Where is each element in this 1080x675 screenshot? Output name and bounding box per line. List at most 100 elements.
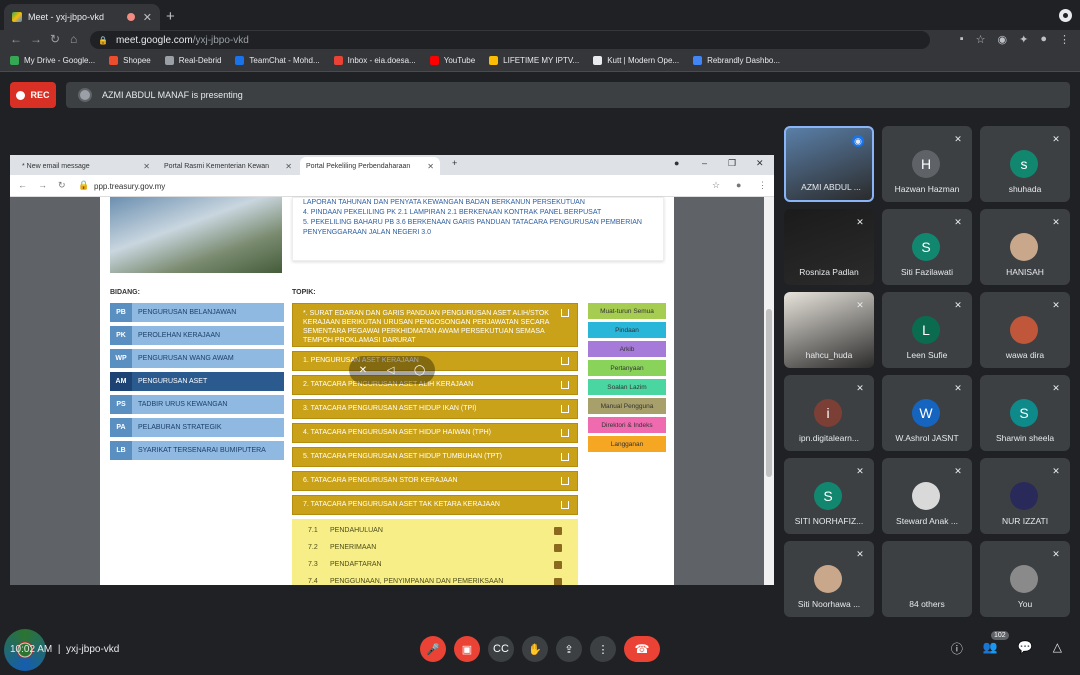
side-link: Soalan Lazim [588,379,666,395]
camera-off-button[interactable]: ▣ [454,636,480,662]
activities-icon[interactable]: △ [1053,640,1062,657]
bookmark-item[interactable]: Shopee [109,56,151,65]
shared-minimize-icon: – [702,158,708,168]
volume-off-icon: ◁ [386,364,395,376]
participant-tile[interactable]: S ✕ Sharwin sheela [980,375,1070,451]
rec-dot-icon [16,90,26,100]
mic-off-button[interactable]: 🎤 [420,636,446,662]
side-link: Langganan [588,436,666,452]
captions-button[interactable]: CC [488,636,514,662]
participant-name: NUR IZZATI [1001,516,1049,526]
participant-avatar [912,482,940,510]
more-icon: ◯ [414,364,426,376]
participant-tile[interactable]: ✕ NUR IZZATI [980,458,1070,534]
participant-name: Hazwan Hazman [894,184,960,194]
bookmark-item[interactable]: Real-Debrid [164,56,221,65]
bookmark-item[interactable]: YouTube [429,56,475,65]
more-options-button[interactable]: ⋮ [590,636,616,662]
tab-meet[interactable]: Meet - yxj-jbpo-vkd ✕ [4,4,160,30]
shared-forward-icon: → [38,180,47,190]
reload-icon[interactable]: ↻ [50,32,60,46]
bookmark-item[interactable]: LIFETIME MY IPTV... [489,56,579,65]
shared-lock-icon: 🔒 [78,180,90,190]
close-tab-icon[interactable]: ✕ [143,11,152,24]
participant-tile[interactable]: ✕ Siti Noorhawa ... [784,541,874,617]
presenting-banner: AZMI ABDUL MANAF is presenting [66,82,1070,108]
bookmark-item[interactable]: Inbox - eia.doesa... [333,56,416,65]
avatar-icon[interactable]: ● [1040,33,1047,46]
home-icon[interactable]: ⌂ [70,32,77,46]
omnibox[interactable]: 🔒 meet.google.com/yxj-jbpo-vkd [90,31,930,49]
profile-icon[interactable] [1059,9,1072,22]
download-icon [561,357,569,365]
participant-tile[interactable]: S ✕ Siti Fazilawati [882,209,972,285]
chat-icon[interactable]: 💬 [1018,640,1033,657]
menu-icon[interactable]: ⋮ [1059,33,1070,46]
people-count-badge: 102 [991,631,1009,640]
participant-tile[interactable]: ✕ Rosniza Padlan [784,209,874,285]
participant-tile[interactable]: ✕ You [980,541,1070,617]
leave-call-button[interactable]: ☎ [624,636,660,662]
bookmark-icon [333,56,343,65]
bidang-list: PB PENGURUSAN BELANJAWAN PK PEROLEHAN KERAJ… [110,303,284,464]
puzzle-icon[interactable]: ✦ [1019,33,1028,46]
shared-maximize-icon: ❐ [728,158,737,168]
bookmark-item[interactable]: Kutt | Modern Ope... [593,56,679,65]
participant-avatar [1010,233,1038,261]
news-item: 4. PINDAAN PEKELILING PK 2.1 LAMPIRAN 2.… [303,209,602,216]
mic-muted-icon: ✕ [856,217,864,227]
shared-page: LAPORAN TAHUNAN DAN PENYATA KEWANGAN BAD… [10,197,774,585]
pdf-icon [554,544,562,552]
participant-tile[interactable]: L ✕ Leen Sufie [882,292,972,368]
mic-muted-icon: ✕ [954,383,962,393]
extension-icon[interactable]: ◉ [998,33,1008,46]
participant-tile[interactable]: 84 others [882,541,972,617]
mic-muted-icon: ✕ [856,549,864,559]
bookmark-item[interactable]: Rebrandly Dashbo... [693,56,780,65]
bookmark-item[interactable]: TeamChat - Mohd... [235,56,320,65]
info-icon[interactable]: ⓘ [951,640,963,657]
participant-tile[interactable]: ✕ Steward Anak ... [882,458,972,534]
participant-tile[interactable]: H ✕ Hazwan Hazman [882,126,972,202]
present-button[interactable]: ⇪ [556,636,582,662]
camera-icon[interactable]: ▪ [960,33,964,46]
back-icon[interactable]: ← [10,32,22,46]
shared-avatar-icon: ● [736,180,742,190]
mic-muted-icon: ✕ [1052,300,1060,310]
participant-avatar [1010,482,1038,510]
participant-name: ipn.digitalearn... [798,433,859,443]
topik-item: 7. TATACARA PENGURUSAN ASET TAK KETARA K… [292,495,578,515]
participant-tile[interactable]: ✕ HANISAH [980,209,1070,285]
participant-name: shuhada [1008,184,1042,194]
download-icon [561,477,569,485]
shared-reload-icon: ↻ [58,180,66,190]
participant-tile[interactable]: ✕ wawa dira [980,292,1070,368]
rec-indicator: REC [10,82,56,108]
subtopic-item: 7.4 PENGGUNAAN, PENYIMPANAN DAN PEMERIKSA… [308,578,578,585]
participant-tile[interactable]: ◉ AZMI ABDUL ... [784,126,874,202]
shared-screen: * New email message ✕ Portal Rasmi Kement… [10,155,774,585]
star-icon[interactable]: ☆ [976,33,986,46]
participant-tile[interactable]: ✕ hahcu_huda [784,292,874,368]
participant-tile[interactable]: s ✕ shuhada [980,126,1070,202]
new-tab-button[interactable]: + [166,8,175,25]
bidang-item: AM PENGURUSAN ASET [110,372,284,391]
participant-name: SITI NORHAFIZ... [794,516,864,526]
participant-tile[interactable]: W ✕ W.Ashrol JASNT [882,375,972,451]
portal-content: LAPORAN TAHUNAN DAN PENYATA KEWANGAN BAD… [100,197,674,585]
raise-hand-button[interactable]: ✋ [522,636,548,662]
bidang-label: BIDANG: [110,289,140,296]
bookmark-item[interactable]: My Drive - Google... [10,56,95,65]
forward-icon[interactable]: → [30,32,42,46]
pdf-icon [554,578,562,585]
people-icon[interactable]: 👥 [983,640,998,657]
bookmark-icon [693,56,703,65]
building-image [110,197,282,273]
presenting-text: AZMI ABDUL MANAF is presenting [102,90,243,100]
participant-tile[interactable]: i ✕ ipn.digitalearn... [784,375,874,451]
shared-star-icon: ☆ [712,180,721,190]
participant-name: Leen Sufie [906,350,948,360]
participant-tile[interactable]: S ✕ SITI NORHAFIZ... [784,458,874,534]
bidang-item: PB PENGURUSAN BELANJAWAN [110,303,284,322]
participant-name: Siti Noorhawa ... [797,599,861,609]
